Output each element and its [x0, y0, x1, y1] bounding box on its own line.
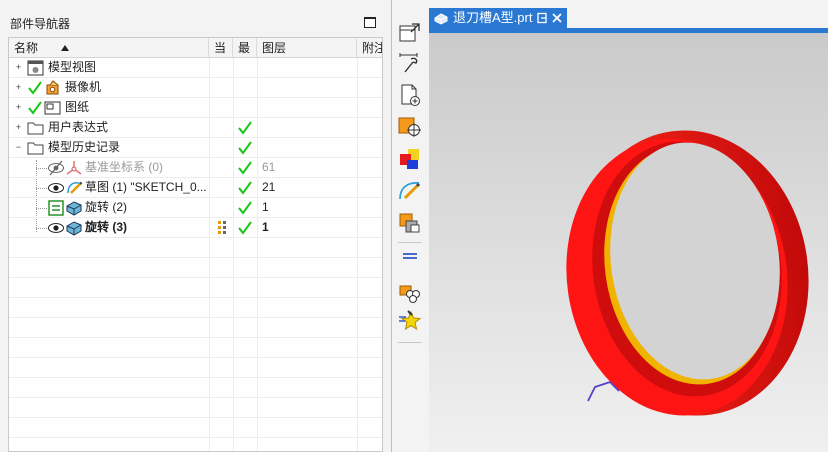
process-studio-icon[interactable] [397, 178, 423, 204]
assembly-navigator-icon[interactable] [397, 20, 423, 46]
tree-row-user-expressions[interactable]: + 用户表达式 [9, 118, 382, 138]
check-icon [238, 221, 252, 235]
tree-row-label: 图纸 [65, 100, 90, 114]
web-browser-icon[interactable] [397, 308, 423, 334]
tree-connector [36, 228, 47, 229]
tree-row-revolve-2[interactable]: 旋转 (2) 1 [9, 198, 382, 218]
tree-row-label: 摄像机 [65, 80, 102, 94]
expand-icon[interactable]: + [14, 63, 23, 72]
tree-row-label: 草图 (1) "SKETCH_0... [85, 180, 207, 194]
folder-icon [27, 142, 44, 155]
eye-hidden-icon[interactable] [47, 159, 65, 177]
navigator-tree[interactable]: 名称 当 最 图层 附注 + 模型视图 + [8, 37, 383, 452]
tree-connector [36, 168, 47, 169]
tree-row-label: 模型视图 [48, 60, 97, 74]
tree-row-label: 模型历史记录 [48, 140, 121, 154]
maximize-icon[interactable] [364, 17, 376, 28]
revolve-icon [66, 221, 82, 236]
roles-icon[interactable] [397, 210, 423, 236]
history-icon[interactable] [397, 244, 423, 270]
toolbar-separator [398, 342, 422, 343]
camera-icon [46, 80, 59, 95]
layer-value: 21 [262, 180, 276, 194]
tree-row-label: 基准坐标系 (0) [85, 160, 164, 174]
empty-row [9, 398, 382, 418]
layer-value: 1 [262, 220, 269, 234]
panel-title: 部件导航器 [10, 17, 71, 31]
empty-row [9, 358, 382, 378]
tree-connector [36, 188, 47, 189]
column-latest[interactable]: 最 [233, 38, 257, 58]
tree-row-label: 旋转 (2) [85, 200, 128, 214]
tree-row-cameras[interactable]: + 摄像机 [9, 78, 382, 98]
tree-row-model-history[interactable]: − 模型历史记录 [9, 138, 382, 158]
column-name[interactable]: 名称 [9, 38, 209, 58]
hd3d-tools-icon[interactable] [397, 146, 423, 172]
column-header: 名称 当 最 图层 附注 [9, 38, 382, 58]
empty-row [9, 318, 382, 338]
check-icon [238, 181, 252, 195]
reuse-library-icon[interactable] [397, 114, 423, 140]
tree-row-model-views[interactable]: + 模型视图 [9, 58, 382, 78]
graphics-viewport[interactable] [429, 33, 828, 452]
tree-row-datum-csys[interactable]: 基准坐标系 (0) 61 [9, 158, 382, 178]
part-navigator-icon[interactable] [397, 82, 423, 108]
revolved-ring-model[interactable] [429, 33, 828, 452]
empty-row [9, 378, 382, 398]
expand-icon[interactable]: + [14, 123, 23, 132]
sort-ascending-icon [61, 45, 69, 51]
revolve-icon [66, 201, 82, 216]
part-navigator-panel: 部件导航器 名称 当 最 图层 附注 + 模型视图 [0, 0, 391, 452]
empty-row [9, 418, 382, 438]
tab-document[interactable]: 退刀槽A型.prt [429, 8, 567, 28]
suppressed-icon[interactable] [47, 199, 65, 217]
tree-row-drawings[interactable]: + 图纸 [9, 98, 382, 118]
dependency-icon [218, 221, 226, 234]
check-icon [238, 121, 252, 135]
empty-row [9, 298, 382, 318]
resource-bar [392, 0, 429, 452]
tab-title: 退刀槽A型.prt [453, 10, 533, 25]
tree-connector [36, 208, 47, 209]
collapse-icon[interactable]: − [14, 143, 23, 152]
empty-row [9, 438, 382, 451]
layer-value: 61 [262, 160, 276, 174]
tree-row-label: 旋转 (3) [85, 220, 128, 234]
check-icon [238, 201, 252, 215]
expand-icon[interactable]: + [14, 103, 23, 112]
toolbar-separator [398, 242, 422, 243]
check-icon [238, 141, 252, 155]
part-file-icon [434, 13, 448, 25]
column-layer[interactable]: 图层 [257, 38, 357, 58]
view-icon [27, 60, 44, 76]
eye-icon[interactable] [47, 219, 65, 237]
constraint-navigator-icon[interactable] [397, 50, 423, 76]
drawing-icon [44, 101, 61, 115]
system-materials-icon[interactable] [397, 278, 423, 304]
close-icon[interactable] [551, 12, 563, 24]
expand-icon[interactable]: + [14, 83, 23, 92]
tree-row-sketch[interactable]: 草图 (1) "SKETCH_0... 21 [9, 178, 382, 198]
check-icon [28, 81, 42, 95]
column-current[interactable]: 当 [209, 38, 233, 58]
empty-row [9, 238, 382, 258]
document-tab-strip: 退刀槽A型.prt [429, 0, 828, 33]
datum-csys-icon [66, 161, 82, 175]
empty-row [9, 278, 382, 298]
unpin-icon[interactable] [536, 12, 548, 24]
tree-row-label: 用户表达式 [48, 120, 109, 134]
sketch-icon [67, 181, 83, 194]
folder-icon [27, 122, 44, 135]
column-comment[interactable]: 附注 [357, 38, 382, 58]
tree-row-revolve-3[interactable]: 旋转 (3) 1 [9, 218, 382, 238]
layer-value: 1 [262, 200, 269, 214]
check-icon [28, 101, 42, 115]
eye-icon[interactable] [47, 179, 65, 197]
empty-row [9, 258, 382, 278]
empty-row [9, 338, 382, 358]
check-icon [238, 161, 252, 175]
